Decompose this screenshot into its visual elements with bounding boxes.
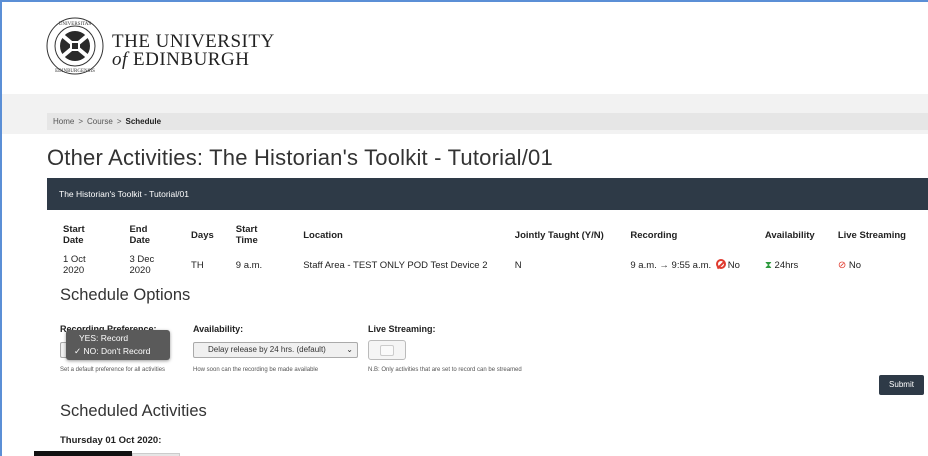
hourglass-icon: ⧗ — [764, 259, 772, 271]
col-live-streaming: Live Streaming — [837, 229, 906, 241]
availability-help-text: How soon can the recording be made avail… — [193, 367, 319, 373]
col-availability: Availability — [764, 229, 815, 241]
site-header: UNIVERSITAS EDINBURGENSIS THE UNIVERSITY… — [2, 2, 928, 94]
live-streaming-help-text: N.B: Only activities that are set to rec… — [368, 367, 522, 373]
university-crest-logo[interactable]: UNIVERSITAS EDINBURGENSIS — [45, 16, 105, 76]
wordmark-line2: of EDINBURGH — [112, 49, 275, 70]
cell-days: TH — [191, 259, 204, 271]
day-label: Thursday 01 Oct 2020: — [60, 435, 162, 446]
col-days: Days — [191, 229, 214, 241]
browser-page: UNIVERSITAS EDINBURGENSIS THE UNIVERSITY… — [0, 0, 928, 456]
cell-recording: 9 a.m. → 9:55 a.m. No — [614, 250, 749, 280]
breadcrumb-home[interactable]: Home — [53, 117, 74, 126]
table-row: 1 Oct 2020 3 Dec 2020 TH 9 a.m. Staff Ar… — [47, 250, 928, 280]
svg-text:EDINBURGENSIS: EDINBURGENSIS — [55, 69, 95, 74]
schedule-table: Start Date End Date Days Start Time Loca… — [47, 220, 928, 280]
no-entry-icon — [715, 259, 726, 269]
recording-help-text: Set a default preference for all activit… — [60, 367, 166, 373]
col-start-date: Start Date — [63, 224, 85, 246]
availability-label: Availability: — [193, 324, 244, 334]
toggle-knob — [380, 345, 394, 356]
cell-end-date: 3 Dec 2020 — [129, 254, 155, 276]
dropdown-option-yes[interactable]: YES: Record — [66, 332, 170, 345]
col-end-date: End Date — [129, 224, 151, 246]
video-off-icon: ⊘ — [837, 259, 847, 271]
live-streaming-label: Live Streaming: — [368, 324, 436, 334]
submit-button[interactable]: Submit — [879, 375, 924, 395]
col-jointly-taught: Jointly Taught (Y/N) — [514, 229, 604, 241]
cell-live-streaming: ⊘ No — [822, 250, 928, 280]
col-start-time: Start Time — [235, 224, 258, 246]
chevron-down-icon: ⌄ — [346, 345, 353, 354]
table-header-row: Start Date End Date Days Start Time Loca… — [47, 220, 928, 250]
cell-jointly-taught: N — [514, 259, 522, 271]
availability-select[interactable]: Delay release by 24 hrs. (default) ⌄ — [193, 342, 358, 358]
recording-value: No — [727, 260, 740, 271]
breadcrumb-current: Schedule — [125, 117, 162, 126]
availability-select-value: Delay release by 24 hrs. (default) — [208, 345, 326, 354]
dark-control[interactable] — [34, 451, 132, 456]
live-streaming-value: No — [848, 259, 862, 271]
cell-start-time: 9 a.m. — [235, 259, 263, 271]
wordmark-of: of — [112, 49, 128, 70]
dropdown-option-no[interactable]: ✓ NO: Don't Record — [66, 345, 170, 358]
svg-text:UNIVERSITAS: UNIVERSITAS — [59, 22, 92, 27]
breadcrumb-separator: > — [116, 117, 122, 126]
availability-value: 24hrs — [774, 259, 799, 271]
cell-location: Staff Area - TEST ONLY POD Test Device 2 — [303, 259, 488, 271]
col-location: Location — [303, 229, 343, 241]
cell-start-date: 1 Oct 2020 — [63, 254, 86, 276]
panel-title-bar: The Historian's Toolkit - Tutorial/01 — [47, 178, 928, 210]
cell-availability: ⧗ 24hrs — [749, 250, 822, 280]
wordmark-edinburgh: EDINBURGH — [133, 49, 250, 70]
scheduled-activities-heading: Scheduled Activities — [60, 402, 207, 420]
schedule-options-heading: Schedule Options — [60, 286, 191, 304]
recording-time: 9 a.m. → 9:55 a.m. — [630, 260, 712, 271]
breadcrumb: Home > Course > Schedule — [47, 113, 928, 130]
live-streaming-toggle[interactable] — [368, 340, 406, 360]
col-recording: Recording — [630, 229, 678, 241]
breadcrumb-separator: > — [78, 117, 84, 126]
page-title: Other Activities: The Historian's Toolki… — [47, 145, 553, 170]
breadcrumb-course[interactable]: Course — [87, 117, 113, 126]
recording-preference-dropdown: YES: Record ✓ NO: Don't Record — [66, 330, 170, 360]
university-wordmark[interactable]: THE UNIVERSITY of EDINBURGH — [112, 32, 275, 70]
